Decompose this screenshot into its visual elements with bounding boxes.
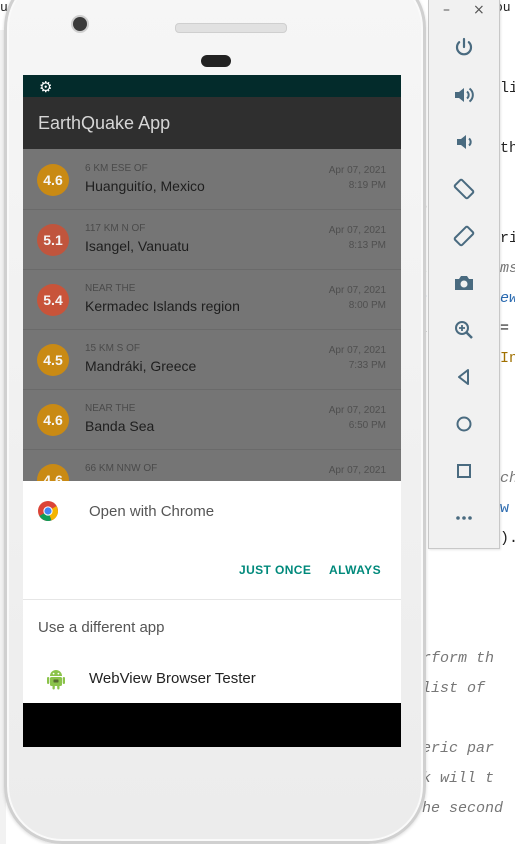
location-offset: 66 KM NNW OF: [85, 463, 158, 474]
time: 8:00 PM: [348, 300, 386, 311]
ide-code-fragment: ew: [500, 290, 515, 307]
primary-location: Huanguitío, Mexico: [85, 178, 205, 194]
just-once-button[interactable]: JUST ONCE: [239, 563, 311, 577]
list-item[interactable]: 5.1 117 KM N OF Isangel, Vanuatu Apr 07,…: [23, 209, 401, 270]
use-different-app-label: Use a different app: [38, 619, 165, 636]
emulator-toolbar: – ×: [428, 0, 500, 549]
ide-comment-line: eric par: [422, 740, 495, 757]
power-icon[interactable]: [449, 36, 479, 66]
primary-location: Mandráki, Greece: [85, 358, 197, 374]
date: Apr 07, 2021: [328, 165, 386, 176]
minimize-button[interactable]: –: [443, 2, 450, 18]
time: 8:19 PM: [348, 180, 386, 191]
open-with-chrome-label: Open with Chrome: [89, 503, 215, 520]
gear-icon[interactable]: ⚙: [39, 78, 52, 96]
magnitude-badge: 5.1: [37, 224, 69, 256]
ide-comment-line: k will t: [422, 770, 495, 787]
location-offset: NEAR THE: [85, 403, 136, 414]
location-offset: NEAR THE: [85, 283, 136, 294]
ide-comment-line: he second: [422, 800, 504, 817]
volume-up-icon[interactable]: [449, 83, 479, 113]
location-offset: 15 KM S OF: [85, 343, 141, 354]
list-item[interactable]: 4.5 15 KM S OF Mandráki, Greece Apr 07, …: [23, 329, 401, 390]
ide-code-fragment: =: [500, 320, 510, 337]
overview-icon[interactable]: [449, 459, 479, 489]
more-icon[interactable]: [449, 506, 479, 536]
date: Apr 07, 2021: [328, 285, 386, 296]
close-button[interactable]: ×: [473, 2, 485, 18]
ide-code-fragment: th: [500, 140, 515, 157]
speaker-grille: [175, 23, 287, 33]
ide-code-fragment: ).: [500, 530, 515, 547]
location-offset: 117 KM N OF: [85, 223, 146, 234]
location-offset: 6 KM ESE OF: [85, 163, 148, 174]
primary-location: Kermadec Islands region: [85, 298, 240, 314]
primary-location: Isangel, Vanuatu: [85, 238, 190, 254]
status-bar: ⚙: [23, 75, 401, 97]
ide-code-fragment: In: [500, 350, 515, 367]
list-item[interactable]: 4.6 NEAR THE Banda Sea Apr 07, 2021 6:50…: [23, 389, 401, 450]
open-with-bottom-sheet: Open with Chrome JUST ONCE ALWAYS Use a …: [23, 481, 401, 703]
back-icon[interactable]: [449, 365, 479, 395]
list-item[interactable]: 4.6 6 KM ESE OF Huanguitío, Mexico Apr 0…: [23, 149, 401, 210]
device-screen[interactable]: ⚙ EarthQuake App 4.6 6 KM ESE OF Huangui…: [23, 75, 401, 747]
webview-browser-tester-option[interactable]: WebView Browser Tester: [89, 670, 256, 687]
magnitude-badge: 4.5: [37, 344, 69, 376]
rotate-left-icon[interactable]: [449, 177, 479, 207]
date: Apr 07, 2021: [328, 405, 386, 416]
front-camera: [73, 17, 87, 31]
volume-down-icon[interactable]: [449, 130, 479, 160]
time: 6:50 PM: [348, 420, 386, 431]
app-bar: EarthQuake App: [23, 97, 401, 149]
primary-location: Banda Sea: [85, 418, 155, 434]
magnitude-badge: 4.6: [37, 404, 69, 436]
earthquake-list[interactable]: 4.6 6 KM ESE OF Huanguitío, Mexico Apr 0…: [23, 149, 401, 481]
earpiece: [201, 55, 231, 67]
ide-comment-line: rform th: [422, 650, 495, 667]
time: 8:13 PM: [348, 240, 386, 251]
always-button[interactable]: ALWAYS: [329, 563, 381, 577]
date: Apr 07, 2021: [328, 225, 386, 236]
time: 7:33 PM: [348, 360, 386, 371]
chrome-icon: [38, 501, 58, 521]
ide-comment-line: list of: [422, 680, 486, 697]
navigation-bar: [23, 703, 401, 747]
rotate-right-icon[interactable]: [449, 224, 479, 254]
app-title: EarthQuake App: [38, 113, 171, 133]
list-item[interactable]: 4.6 66 KM NNW OF Apr 07, 2021: [23, 449, 401, 481]
ide-code-fragment: ch: [500, 470, 515, 487]
android-icon: [47, 670, 65, 690]
ide-code-fragment: ri: [500, 230, 515, 247]
list-item[interactable]: 5.4 NEAR THE Kermadec Islands region Apr…: [23, 269, 401, 330]
camera-icon[interactable]: [449, 271, 479, 301]
magnitude-badge: 5.4: [37, 284, 69, 316]
date: Apr 07, 2021: [328, 345, 386, 356]
zoom-icon[interactable]: [449, 318, 479, 348]
divider: [23, 599, 401, 600]
ide-code-fragment: w: [500, 500, 510, 517]
magnitude-badge: 4.6: [37, 164, 69, 196]
ide-code-fragment: ms: [500, 260, 515, 277]
home-icon[interactable]: [449, 412, 479, 442]
magnitude-badge: 4.6: [37, 464, 69, 481]
ide-code-fragment: li: [500, 80, 515, 97]
date: Apr 07, 2021: [328, 465, 386, 476]
